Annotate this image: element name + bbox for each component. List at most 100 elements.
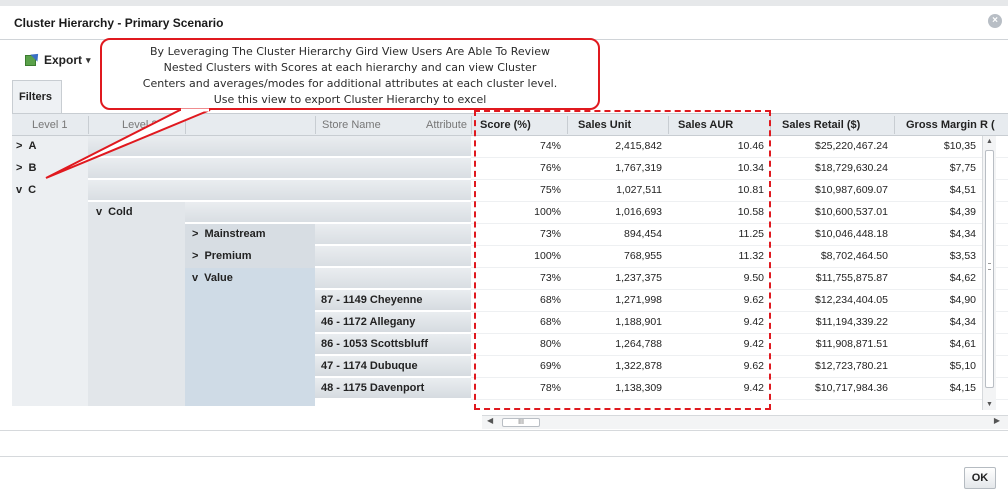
tree-node-cold[interactable]: v Cold bbox=[96, 202, 133, 223]
cell-score: 80% bbox=[539, 338, 561, 350]
ok-button[interactable]: OK bbox=[964, 467, 996, 489]
cell-sales-aur: 10.34 bbox=[737, 162, 764, 174]
collapse-icon[interactable]: v bbox=[192, 272, 198, 284]
tree-node-b[interactable]: > B bbox=[16, 158, 36, 179]
collapse-icon[interactable]: v bbox=[96, 206, 102, 218]
col-header-level-3[interactable] bbox=[192, 114, 204, 136]
cell-sales-retail: $10,046,448.18 bbox=[815, 228, 888, 240]
table-row[interactable]: 100% 1,016,693 10.58 $10,600,537.01 $4,39 bbox=[471, 202, 1008, 224]
cell-sales-unit: 1,264,788 bbox=[615, 338, 662, 350]
store-row-label[interactable]: 87 - 1149 Cheyenne bbox=[315, 290, 471, 311]
cell-sales-retail: $11,755,875.87 bbox=[815, 272, 888, 284]
cell-sales-unit: 1,138,309 bbox=[615, 382, 662, 394]
cell-score: 76% bbox=[539, 162, 561, 174]
cell-score: 100% bbox=[534, 206, 561, 218]
group-bar-c bbox=[88, 180, 471, 201]
cell-sales-retail: $11,194,339.22 bbox=[815, 316, 888, 328]
store-row-label[interactable]: 47 - 1174 Dubuque bbox=[315, 356, 471, 377]
callout-line: Centers and averages/modes for additiona… bbox=[142, 77, 558, 90]
col-header-score[interactable]: Score (%) bbox=[474, 114, 537, 136]
table-row[interactable]: 78% 1,138,309 9.42 $10,717,984.36 $4,15 bbox=[471, 378, 1008, 400]
table-row[interactable]: 73% 1,237,375 9.50 $11,755,875.87 $4,62 bbox=[471, 268, 1008, 290]
table-row[interactable]: 100% 768,955 11.32 $8,702,464.50 $3,53 bbox=[471, 246, 1008, 268]
collapse-icon[interactable]: v bbox=[16, 184, 22, 196]
scroll-up-icon[interactable]: ▲ bbox=[986, 138, 993, 145]
tree-node-c[interactable]: vC bbox=[16, 180, 36, 201]
col-header-gross-margin[interactable]: Gross Margin R ( bbox=[900, 114, 1001, 136]
cell-score: 68% bbox=[539, 316, 561, 328]
cell-gross-margin: $4,39 bbox=[949, 206, 976, 218]
excel-export-icon bbox=[24, 50, 42, 67]
group-bar-a bbox=[88, 136, 471, 157]
dialog-titlebar: Cluster Hierarchy - Primary Scenario × bbox=[0, 6, 1008, 40]
cell-gross-margin: $10,35 bbox=[943, 140, 976, 152]
col-header-sales-unit[interactable]: Sales Unit bbox=[572, 114, 637, 136]
tab-filters[interactable]: Filters bbox=[12, 80, 62, 114]
cell-gross-margin: $4,51 bbox=[949, 184, 976, 196]
group-bar-mainstream bbox=[315, 224, 471, 245]
cell-sales-unit: 1,016,693 bbox=[615, 206, 662, 218]
cell-sales-aur: 9.62 bbox=[743, 360, 764, 372]
table-row[interactable]: 73% 894,454 11.25 $10,046,448.18 $4,34 bbox=[471, 224, 1008, 246]
col-header-level-2[interactable]: Level 2 bbox=[116, 114, 163, 136]
annotation-callout: By Leveraging The Cluster Hierarchy Gird… bbox=[100, 38, 600, 110]
scroll-right-icon[interactable]: ▶ bbox=[994, 416, 1000, 425]
table-row[interactable]: 74% 2,415,842 10.46 $25,220,467.24 $10,35 bbox=[471, 136, 1008, 158]
cell-gross-margin: $4,15 bbox=[949, 382, 976, 394]
store-row-label[interactable]: 86 - 1053 Scottsbluff bbox=[315, 334, 471, 355]
expand-icon[interactable]: > bbox=[192, 250, 198, 262]
col-header-level-1[interactable]: Level 1 bbox=[26, 114, 73, 136]
cell-gross-margin: $4,90 bbox=[949, 294, 976, 306]
cell-score: 74% bbox=[539, 140, 561, 152]
store-row-label[interactable]: 46 - 1172 Allegany bbox=[315, 312, 471, 333]
cluster-hierarchy-dialog: Cluster Hierarchy - Primary Scenario × E… bbox=[0, 0, 1008, 489]
cell-sales-aur: 10.81 bbox=[737, 184, 764, 196]
cell-sales-retail: $11,908,871.51 bbox=[815, 338, 888, 350]
scroll-thumb[interactable] bbox=[985, 150, 994, 388]
scroll-down-icon[interactable]: ▼ bbox=[986, 401, 993, 408]
group-bar-premium bbox=[315, 246, 471, 267]
table-row[interactable]: 76% 1,767,319 10.34 $18,729,630.24 $7,75 bbox=[471, 158, 1008, 180]
cell-score: 69% bbox=[539, 360, 561, 372]
tree-node-premium[interactable]: > Premium bbox=[192, 246, 252, 267]
expand-icon[interactable]: > bbox=[16, 140, 22, 152]
cell-score: 73% bbox=[539, 228, 561, 240]
scroll-left-icon[interactable]: ◀ bbox=[487, 416, 493, 425]
cell-sales-unit: 768,955 bbox=[624, 250, 662, 262]
close-icon[interactable]: × bbox=[988, 14, 1002, 28]
expand-icon[interactable]: > bbox=[16, 162, 22, 174]
callout-line: Use this view to export Cluster Hierarch… bbox=[213, 93, 487, 106]
store-row-label[interactable]: 48 - 1175 Davenport bbox=[315, 378, 471, 399]
col-header-sales-aur[interactable]: Sales AUR bbox=[672, 114, 739, 136]
cell-sales-aur: 9.42 bbox=[743, 316, 764, 328]
col-header-store-name[interactable]: Store Name bbox=[316, 114, 387, 136]
table-row[interactable]: 68% 1,271,998 9.62 $12,234,404.05 $4,90 bbox=[471, 290, 1008, 312]
callout-line: Nested Clusters with Scores at each hier… bbox=[163, 61, 537, 74]
group-bar-value bbox=[315, 268, 471, 289]
expand-icon[interactable]: > bbox=[192, 228, 198, 240]
cell-sales-unit: 1,271,998 bbox=[615, 294, 662, 306]
table-row[interactable]: 80% 1,264,788 9.42 $11,908,871.51 $4,61 bbox=[471, 334, 1008, 356]
col-header-sales-retail[interactable]: Sales Retail ($) bbox=[776, 114, 866, 136]
table-row[interactable]: 69% 1,322,878 9.62 $12,723,780.21 $5,10 bbox=[471, 356, 1008, 378]
horizontal-scrollbar[interactable]: ◀ III ▶ bbox=[482, 415, 1008, 429]
export-button[interactable]: Export ▾ bbox=[24, 50, 91, 69]
table-row[interactable]: 75% 1,027,511 10.81 $10,987,609.07 $4,51 bbox=[471, 180, 1008, 202]
cell-sales-retail: $12,723,780.21 bbox=[815, 360, 888, 372]
col-header-attribute[interactable]: Attribute bbox=[420, 114, 473, 136]
content-divider bbox=[0, 430, 1008, 431]
tree-node-value[interactable]: v Value bbox=[192, 268, 233, 289]
table-row[interactable]: 68% 1,188,901 9.42 $11,194,339.22 $4,34 bbox=[471, 312, 1008, 334]
cell-gross-margin: $3,53 bbox=[949, 250, 976, 262]
scroll-thumb[interactable]: III bbox=[502, 418, 540, 427]
group-bar-cold bbox=[185, 202, 471, 223]
dialog-title: Cluster Hierarchy - Primary Scenario bbox=[14, 16, 224, 30]
tree-node-a[interactable]: > A bbox=[16, 136, 36, 157]
cell-sales-retail: $10,717,984.36 bbox=[815, 382, 888, 394]
tree-node-mainstream[interactable]: > Mainstream bbox=[192, 224, 266, 245]
vertical-scrollbar[interactable]: ▲ ▼ bbox=[982, 136, 996, 410]
level-2-column bbox=[88, 202, 185, 406]
cell-sales-aur: 10.46 bbox=[737, 140, 764, 152]
cell-sales-retail: $18,729,630.24 bbox=[815, 162, 888, 174]
chevron-down-icon: ▾ bbox=[86, 54, 91, 65]
